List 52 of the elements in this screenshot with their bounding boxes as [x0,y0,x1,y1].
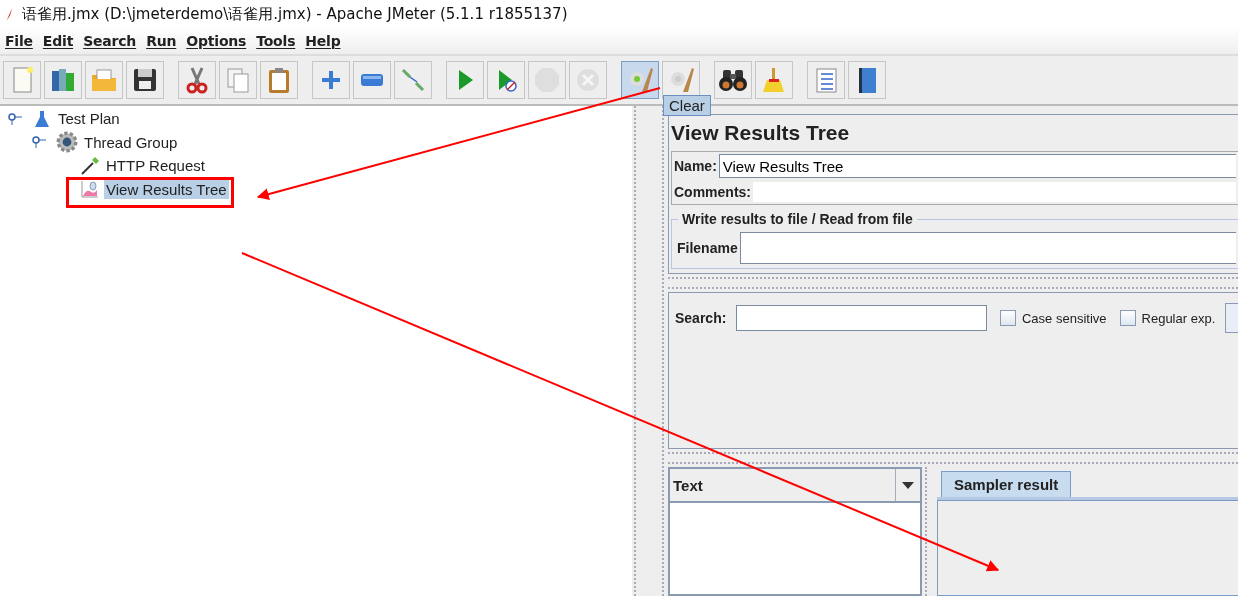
gear-broom-button[interactable] [621,61,659,99]
name-field[interactable]: View Results Tree [718,154,1236,178]
splitter[interactable] [634,106,664,596]
menu-item[interactable]: Help [304,33,350,49]
gear-icon [56,131,78,154]
field-label: Search: [675,310,727,326]
checkbox[interactable] [1119,310,1136,326]
menu-item[interactable]: Edit [41,33,83,49]
splitter[interactable] [668,452,1238,464]
menu-item[interactable]: Options [185,33,256,49]
tree-item[interactable]: Thread Group [82,132,180,152]
book-button[interactable] [848,61,886,99]
checkbox-label: Case sensitive [1022,310,1107,326]
play-button[interactable] [446,61,484,99]
group-title: Write results to file / Read from file [678,211,917,227]
expand-handle-icon[interactable] [8,112,22,125]
books-button[interactable] [44,61,82,99]
menu-item[interactable]: Tools [255,33,305,49]
flask-icon [32,108,52,129]
broom-button[interactable] [755,61,793,99]
filename-field[interactable] [739,232,1236,264]
floppy-button[interactable] [126,61,164,99]
plus-button[interactable] [312,61,350,99]
scissors-button[interactable] [178,61,216,99]
gear-broom-button[interactable] [662,61,700,99]
field-label: Name: [674,158,717,174]
pipette-icon [80,155,100,176]
search-button[interactable] [1225,303,1238,333]
binoculars-button[interactable] [714,61,752,99]
window-title: 语雀用.jmx (D:\jmeterdemo\语雀用.jmx) - Apache JMeter (5.1.1 r1855137) [22,4,568,24]
tab[interactable]: Sampler result [941,471,1072,497]
tree-item[interactable]: HTTP Request [104,156,207,176]
checkbox[interactable] [1000,310,1016,326]
menu-item[interactable]: Run [145,33,186,49]
field-label: Filename [677,240,738,256]
splitter[interactable] [668,277,1238,289]
panel-title: View Results Tree [671,120,851,146]
menu-item[interactable]: Search [82,33,146,49]
renderer-dropdown[interactable]: Text [670,469,920,503]
tooltip: Clear [663,95,711,116]
checkbox-label: Regular exp. [1141,310,1216,326]
field-label: Comments: [674,184,751,200]
clipboard-button[interactable] [260,61,298,99]
menu-item[interactable]: File [4,33,42,49]
tree-item[interactable]: Test Plan [56,109,122,129]
chart-icon [80,179,100,200]
expand-handle-icon[interactable] [32,136,46,149]
minus-button[interactable] [353,61,391,99]
pipettes-button[interactable] [394,61,432,99]
caret-icon [902,481,914,489]
search-field[interactable] [736,305,987,331]
tree-item[interactable]: View Results Tree [104,179,229,199]
